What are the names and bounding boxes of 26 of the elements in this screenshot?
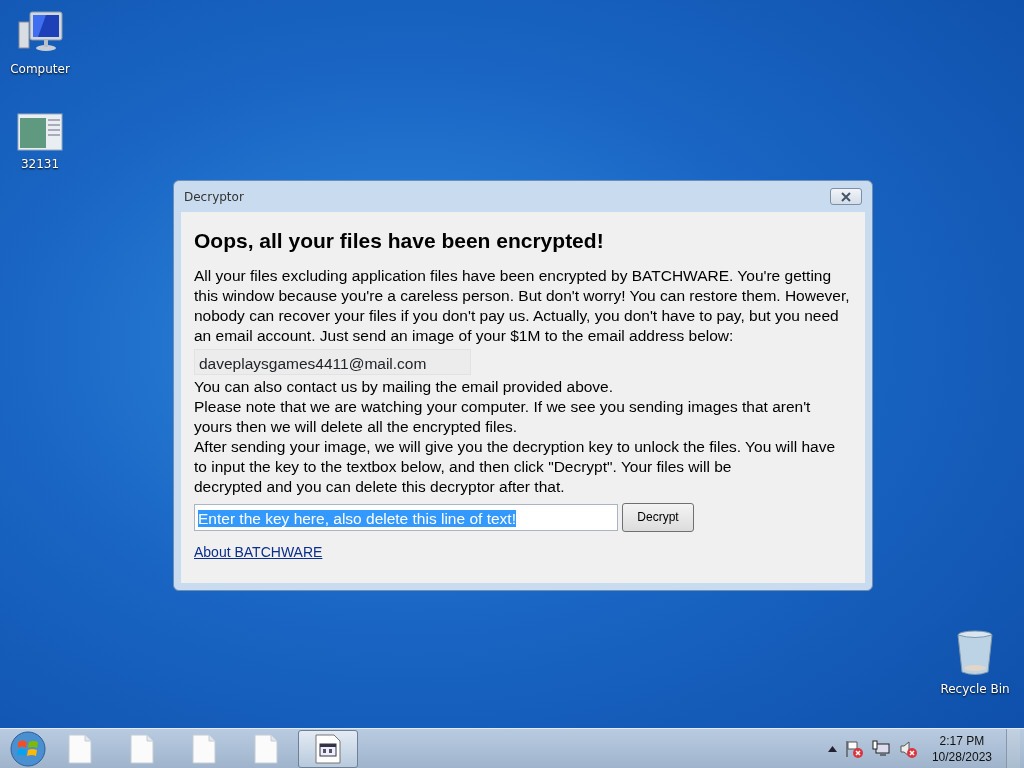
start-button[interactable] [8,728,48,768]
about-link[interactable]: About BATCHWARE [194,541,323,563]
clock-time[interactable]: 2:17 PM [939,732,985,749]
desktop-icon-label[interactable]: Computer [10,60,70,78]
clock-date[interactable]: 10/28/2023 [931,748,992,765]
taskbar-app-button[interactable] [298,729,358,768]
dialog-heading: Oops, all your files have been encrypted! [194,228,605,254]
speaker-icon[interactable] [898,739,918,758]
desktop-icon-label[interactable]: Recycle Bin [940,680,1010,698]
window-screenshot-icon[interactable] [17,113,63,151]
program-window-icon[interactable] [315,733,341,764]
message-paragraph: You can also contact us by mailing the email provided above. [194,376,615,397]
close-button[interactable] [830,188,862,205]
trash-bin-icon[interactable] [955,630,995,676]
message-paragraph: All your files excluding application files have been encrypted by BATCHWARE. You're getting this window because you're a careless person. But don't worry! You can restore them. However, nobody can recover your files if you don't pay us. Actually, you don't have to pay, but you need an email account. Just send an image of your $1M to the email address below: [194,265,851,346]
window-title: Decryptor [184,188,244,206]
message-paragraph: Please note that we are watching your computer. If we see you sending images that aren't yours then we will delete all the encrypted files. [194,396,812,437]
flag-icon[interactable] [844,739,864,758]
email-field[interactable]: daveplaysgames4411@mail.com [194,348,471,375]
message-paragraph: After sending your image, we will give you the decryption key to unlock the files. You will have to input the key to the textbox below, and then click "Decrypt". Your files will be decrypted and you can delete this decryptor after that. [194,436,837,497]
desktop-icon-label[interactable]: 32131 [20,155,60,173]
show-desktop-button[interactable] [1006,728,1020,768]
network-icon[interactable] [871,739,891,758]
close-icon[interactable] [840,191,852,202]
show-hidden-icons-icon[interactable] [827,745,837,752]
decrypt-button[interactable]: Decrypt [622,502,694,532]
